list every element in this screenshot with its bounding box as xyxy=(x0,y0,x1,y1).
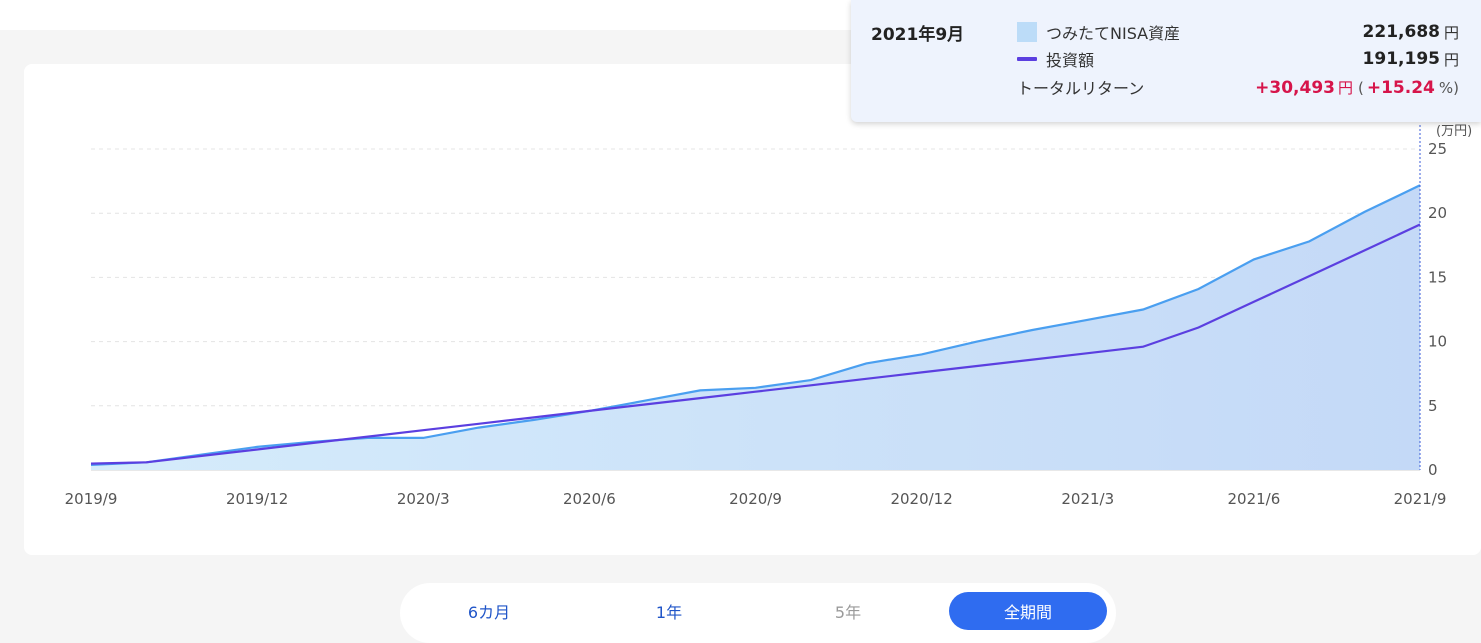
range-5-years-button[interactable]: 5年 xyxy=(769,592,927,630)
x-tick-label: 2021/6 xyxy=(1227,490,1280,508)
asset-legend-swatch xyxy=(1017,22,1037,42)
y-tick-label: 15 xyxy=(1428,268,1447,286)
tooltip-return-unit: 円 xyxy=(1337,78,1353,97)
range-6-months-button[interactable]: 6カ月 xyxy=(410,592,568,630)
x-tick-label: 2021/3 xyxy=(1061,490,1114,508)
tooltip-invest-value: 191,195 xyxy=(1362,49,1440,69)
y-tick-label: 25 xyxy=(1428,140,1447,158)
tooltip-asset-label: つみたてNISA資産 xyxy=(1046,24,1181,43)
tooltip-paren-open: ( xyxy=(1358,78,1364,97)
y-tick-label: 0 xyxy=(1428,461,1438,479)
y-tick-label: 20 xyxy=(1428,204,1447,222)
x-tick-label: 2020/9 xyxy=(729,490,782,508)
tooltip-percent-close: %) xyxy=(1438,78,1459,97)
chart-plot[interactable]: 0 5 10 15 20 25(万円) 2019/9 2019/12 2020/3 2020/6 2… xyxy=(24,64,1481,555)
x-tick-label: 2020/12 xyxy=(890,490,952,508)
tooltip-asset-value: 221,688 xyxy=(1362,22,1440,42)
tooltip-invest-row: 投資額 191,195 円 xyxy=(1017,47,1459,71)
x-tick-label: 2020/6 xyxy=(563,490,616,508)
tooltip-return-value-group: +30,493 円 ( +15.24 %) xyxy=(1255,77,1459,98)
y-unit-label: (万円) xyxy=(1436,124,1472,139)
tooltip-asset-unit: 円 xyxy=(1443,23,1459,42)
y-tick-label: 10 xyxy=(1428,333,1447,351)
invest-legend-swatch xyxy=(1017,57,1037,61)
tooltip-return-row: トータルリターン +30,493 円 ( +15.24 %) xyxy=(1017,75,1459,99)
y-tick-label: 5 xyxy=(1428,397,1438,415)
x-tick-label: 2019/12 xyxy=(226,490,288,508)
range-all-period-button[interactable]: 全期間 xyxy=(949,592,1107,630)
tooltip-date: 2021年9月 xyxy=(871,25,965,45)
x-tick-label: 2021/9 xyxy=(1394,490,1447,508)
hover-tooltip: 2021年9月 つみたてNISA資産 221,688 円 投資額 191,195… xyxy=(851,0,1481,122)
x-tick-label: 2020/3 xyxy=(397,490,450,508)
tooltip-invest-label: 投資額 xyxy=(1046,51,1095,70)
tooltip-return-label: トータルリターン xyxy=(1017,79,1145,98)
range-1-year-button[interactable]: 1年 xyxy=(590,592,748,630)
tooltip-return-value: +30,493 xyxy=(1255,77,1335,98)
chart-card: 0 5 10 15 20 25 (万円) 2019/9 2019/12 2020/3 2020/6 2… xyxy=(24,64,1481,555)
period-selector: 6カ月 1年 5年 全期間 xyxy=(400,583,1116,643)
tooltip-return-percent: +15.24 xyxy=(1366,77,1435,98)
tooltip-asset-row: つみたてNISA資産 221,688 円 xyxy=(1017,20,1459,44)
asset-area-fill xyxy=(91,185,1420,471)
tooltip-invest-unit: 円 xyxy=(1443,50,1459,69)
x-tick-label: 2019/9 xyxy=(65,490,118,508)
